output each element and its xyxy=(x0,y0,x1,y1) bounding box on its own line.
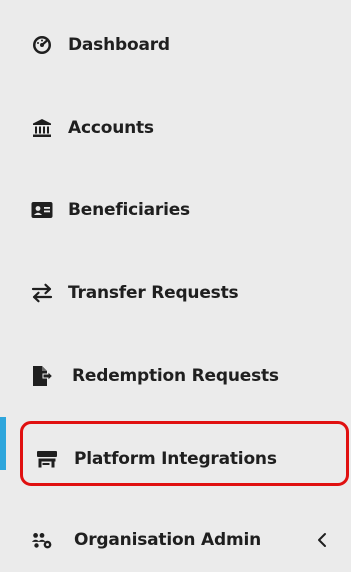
users-cog-icon xyxy=(31,529,53,551)
sidebar-item-label: Redemption Requests xyxy=(72,366,279,386)
sidebar-item-label: Transfer Requests xyxy=(68,283,239,303)
sidebar-nav: Dashboard Accounts Beneficiaries Transfe… xyxy=(0,0,351,572)
store-icon xyxy=(36,448,58,470)
transfer-arrows-icon xyxy=(31,282,53,304)
sidebar-item-platform-integrations[interactable]: Platform Integrations xyxy=(0,434,351,484)
sidebar-item-redemption-requests[interactable]: Redemption Requests xyxy=(0,351,351,401)
sidebar-item-label: Dashboard xyxy=(68,35,170,55)
sidebar-item-dashboard[interactable]: Dashboard xyxy=(0,20,351,70)
dashboard-gauge-icon xyxy=(31,34,53,56)
sidebar-item-label: Organisation Admin xyxy=(74,530,262,550)
id-card-icon xyxy=(31,199,53,221)
chevron-left-icon[interactable] xyxy=(315,532,329,548)
sidebar-item-beneficiaries[interactable]: Beneficiaries xyxy=(0,185,351,235)
file-export-icon xyxy=(31,365,53,387)
bank-icon xyxy=(31,117,53,139)
sidebar-item-organisation-admin[interactable]: Organisation Admin xyxy=(0,515,351,565)
sidebar-item-accounts[interactable]: Accounts xyxy=(0,103,351,153)
sidebar-item-label: Beneficiaries xyxy=(68,200,190,220)
sidebar-item-transfer-requests[interactable]: Transfer Requests xyxy=(0,268,351,318)
sidebar-item-label: Platform Integrations xyxy=(74,449,277,469)
sidebar-item-label: Accounts xyxy=(68,118,154,138)
